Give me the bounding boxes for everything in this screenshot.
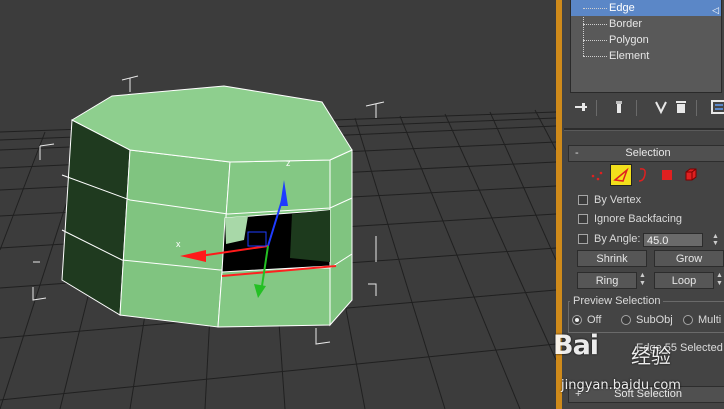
list-item-label: Element — [609, 50, 650, 62]
loop-button[interactable]: Loop — [654, 272, 714, 289]
tree-connector — [583, 40, 607, 41]
perspective-viewport[interactable]: z x — [0, 0, 556, 409]
pin-stack-icon[interactable] — [572, 98, 590, 116]
modifier-stack-toolbar — [570, 98, 724, 118]
tree-connector — [583, 56, 607, 57]
checkbox-box[interactable] — [578, 214, 588, 224]
radio-label: Multi — [698, 314, 722, 326]
toolbar-divider — [696, 100, 697, 116]
selection-status-text: Edge 55 Selected — [636, 342, 723, 354]
list-item-polygon[interactable]: Polygon — [571, 32, 721, 48]
octagon-cylinder[interactable] — [61, 85, 353, 328]
radio-dot[interactable] — [621, 315, 631, 325]
list-item-label: Polygon — [609, 34, 649, 46]
list-item-element[interactable]: Element — [571, 48, 721, 64]
subobject-list[interactable]: Edge ◁ Border Polygon Element — [570, 0, 722, 93]
subobject-mode-buttons — [576, 164, 716, 186]
configure-sets-icon[interactable] — [710, 98, 724, 116]
command-panel: Edge ◁ Border Polygon Element - Selectio… — [562, 0, 724, 409]
tree-connector — [583, 8, 607, 9]
panel-separator — [564, 128, 724, 131]
radio-dot[interactable] — [572, 315, 582, 325]
radio-label: SubObj — [636, 314, 673, 326]
x-axis-label: x — [176, 239, 181, 249]
modifier-stack-icon[interactable] — [610, 98, 628, 116]
grow-button[interactable]: Grow — [654, 250, 724, 267]
toolbar-divider — [596, 100, 597, 116]
soft-selection-rollout-header[interactable]: + Soft Selection — [568, 386, 724, 403]
checkbox-box[interactable] — [578, 234, 588, 244]
ring-button[interactable]: Ring — [577, 272, 637, 289]
checkbox-box[interactable] — [578, 195, 588, 205]
edge-mode-icon[interactable] — [610, 164, 632, 186]
angle-spinner-field[interactable]: 45.0 — [643, 233, 703, 247]
polygon-mode-icon[interactable] — [656, 164, 678, 186]
remove-modifier-icon[interactable] — [672, 98, 690, 116]
rollout-title: Selection — [625, 147, 671, 159]
list-item-border[interactable]: Border — [571, 16, 721, 32]
checkbox-label: Ignore Backfacing — [594, 213, 683, 225]
tree-connector — [583, 24, 607, 25]
checkbox-label: By Vertex — [594, 194, 642, 206]
element-mode-icon[interactable] — [680, 164, 702, 186]
selection-rollout-header[interactable]: - Selection — [568, 145, 724, 162]
rollout-title: Soft Selection — [614, 388, 682, 400]
loop-spinner-arrows[interactable]: ▲ ▼ — [715, 272, 724, 289]
shrink-button[interactable]: Shrink — [577, 250, 647, 267]
preview-selection-title: Preview Selection — [570, 294, 664, 308]
vertex-mode-icon[interactable] — [586, 164, 608, 186]
radio-dot[interactable] — [683, 315, 693, 325]
angle-spinner-arrows[interactable]: ▲ ▼ — [711, 233, 720, 247]
ring-spinner-arrows[interactable]: ▲ ▼ — [638, 272, 647, 289]
z-axis-label: z — [286, 158, 291, 168]
radio-label: Off — [587, 314, 602, 326]
toolbar-divider — [636, 100, 637, 116]
make-unique-icon[interactable] — [652, 98, 670, 116]
list-item-label: Border — [609, 18, 643, 30]
viewport-scene[interactable]: z x — [0, 0, 556, 409]
border-mode-icon[interactable] — [632, 164, 654, 186]
list-item-label: Edge — [609, 2, 635, 14]
checkbox-label: By Angle: — [594, 233, 641, 245]
list-item-edge[interactable]: Edge ◁ — [571, 0, 721, 16]
